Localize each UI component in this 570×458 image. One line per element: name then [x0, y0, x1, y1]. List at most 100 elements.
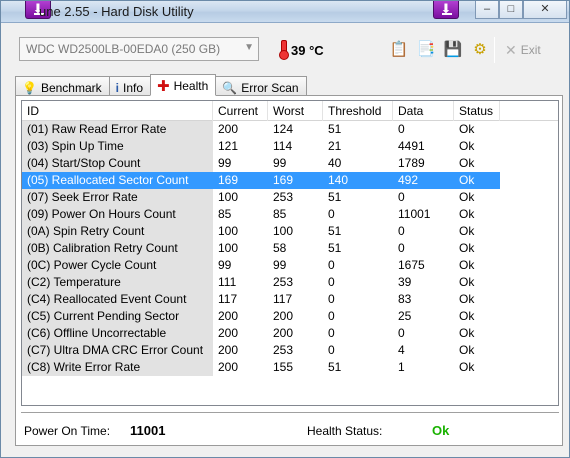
cell-attribute-id: (03) Spin Up Time: [22, 138, 213, 155]
cell-data: 0: [398, 190, 405, 204]
save-icon[interactable]: 💾: [442, 39, 464, 61]
tab-health[interactable]: ✚ Health: [150, 74, 217, 96]
cell-current: 200: [218, 360, 239, 374]
drive-select-value: WDC WD2500LB-00EDA0 (250 GB): [26, 42, 221, 56]
cell-data: 4: [398, 343, 405, 357]
column-header-worst[interactable]: Worst: [268, 101, 323, 121]
cell-status: Ok: [459, 343, 475, 357]
cell-threshold: 140: [323, 172, 393, 189]
copy-icon[interactable]: 📋: [388, 39, 410, 61]
cell-data: 0: [398, 241, 405, 255]
cell-attribute-id: (0C) Power Cycle Count: [22, 257, 213, 274]
cell-attribute-id: (C8) Write Error Rate: [22, 359, 213, 376]
options-icon[interactable]: ⚙: [469, 39, 491, 61]
bulb-icon: 💡: [22, 80, 37, 95]
cell-attribute-id: (C7) Ultra DMA CRC Error Count: [22, 342, 213, 359]
cell-threshold: 51: [328, 190, 342, 204]
cell-threshold: 0: [328, 258, 335, 272]
tab-info[interactable]: i Info: [108, 76, 152, 96]
cell-worst: 114: [273, 139, 293, 153]
cell-worst: 99: [273, 156, 287, 170]
temperature-display: 39 °C: [279, 39, 324, 61]
cell-worst: 200: [273, 326, 294, 340]
column-header-threshold[interactable]: Threshold: [323, 101, 393, 121]
cell-current: 117: [218, 292, 238, 306]
smart-attribute-list[interactable]: ID Current Worst Threshold Data Status (…: [21, 100, 559, 406]
cell-threshold: 21: [328, 139, 342, 153]
cell-data: 0: [398, 224, 405, 238]
close-button[interactable]: ✕: [523, 1, 567, 19]
cell-data: 1: [398, 360, 405, 374]
cell-current: 99: [218, 156, 232, 170]
cell-worst: 117: [273, 292, 293, 306]
temperature-value: 39 °C: [291, 42, 324, 58]
cell-threshold: 0: [328, 292, 335, 306]
cell-status: Ok: [459, 139, 475, 153]
cell-attribute-id: (07) Seek Error Rate: [22, 189, 213, 206]
copy-all-icon[interactable]: 📑: [415, 39, 437, 61]
table-row[interactable]: (C5) Current Pending Sector 200 200 0 25 Ok: [22, 308, 558, 325]
cell-status: Ok: [459, 258, 475, 272]
cell-attribute-id: (05) Reallocated Sector Count: [22, 172, 213, 189]
table-row-selected[interactable]: (05) Reallocated Sector Count 169 169 140 49…: [22, 172, 558, 189]
exit-button[interactable]: ✕ Exit: [505, 39, 541, 61]
thermometer-icon: [279, 40, 289, 60]
table-row[interactable]: (0C) Power Cycle Count 99 99 0 1675 Ok: [22, 257, 558, 274]
cell-worst: 85: [273, 207, 287, 221]
cell-worst: 100: [273, 224, 294, 238]
table-row[interactable]: (09) Power On Hours Count 85 85 0 11001 Ok: [22, 206, 558, 223]
cell-current: 200: [218, 122, 239, 136]
cell-attribute-id: (09) Power On Hours Count: [22, 206, 213, 223]
cell-current: 200: [218, 326, 239, 340]
table-row[interactable]: (03) Spin Up Time 121 114 21 4491 Ok: [22, 138, 558, 155]
column-header-id[interactable]: ID: [22, 101, 213, 121]
table-row[interactable]: (04) Start/Stop Count 99 99 40 1789 Ok: [22, 155, 558, 172]
cell-current: 169: [213, 172, 268, 189]
cell-current: 200: [218, 309, 239, 323]
cell-worst: 58: [273, 241, 287, 255]
toolbar-separator: [494, 37, 495, 63]
cell-status: Ok: [459, 207, 475, 221]
cell-attribute-id: (0B) Calibration Retry Count: [22, 240, 213, 257]
table-row[interactable]: (07) Seek Error Rate 100 253 51 0 Ok: [22, 189, 558, 206]
tray-icon[interactable]: ⬇: [433, 1, 459, 19]
cell-worst: 200: [273, 309, 294, 323]
chevron-down-icon: ▼: [244, 42, 254, 53]
cell-attribute-id: (C4) Reallocated Event Count: [22, 291, 213, 308]
cell-data: 492: [393, 172, 454, 189]
table-row[interactable]: (C2) Temperature 111 253 0 39 Ok: [22, 274, 558, 291]
table-row[interactable]: (C7) Ultra DMA CRC Error Count 200 253 0 4 Ok: [22, 342, 558, 359]
table-row[interactable]: (0B) Calibration Retry Count 100 58 51 0 Ok: [22, 240, 558, 257]
window-title: une 2.55 - Hard Disk Utility: [39, 4, 194, 19]
title-bar[interactable]: ⬇ une 2.55 - Hard Disk Utility ⬇ – □ ✕: [1, 1, 569, 23]
table-row[interactable]: (01) Raw Read Error Rate 200 124 51 0 Ok: [22, 121, 558, 138]
cell-status: Ok: [459, 190, 475, 204]
cell-data: 39: [398, 275, 412, 289]
cell-data: 83: [398, 292, 412, 306]
exit-label: Exit: [520, 43, 541, 57]
cell-status: Ok: [459, 292, 475, 306]
cell-status: Ok: [459, 241, 475, 255]
tab-benchmark[interactable]: 💡 Benchmark: [15, 76, 110, 96]
cell-current: 121: [218, 139, 239, 153]
magnifier-icon: 🔍: [222, 80, 238, 95]
cell-threshold: 0: [328, 326, 335, 340]
column-header-current[interactable]: Current: [213, 101, 268, 121]
tab-error-scan[interactable]: 🔍 Error Scan: [215, 76, 307, 96]
cell-status: Ok: [459, 122, 475, 136]
table-row[interactable]: (C8) Write Error Rate 200 155 51 1 Ok: [22, 359, 558, 376]
health-status-value: Ok: [432, 423, 450, 438]
minimize-button[interactable]: –: [475, 1, 499, 19]
tab-label: Error Scan: [241, 80, 299, 95]
cell-attribute-id: (04) Start/Stop Count: [22, 155, 213, 172]
cell-threshold: 0: [328, 309, 335, 323]
maximize-button[interactable]: □: [499, 1, 523, 19]
table-row[interactable]: (C4) Reallocated Event Count 117 117 0 83 Ok: [22, 291, 558, 308]
cell-worst: 253: [273, 190, 294, 204]
column-header-status[interactable]: Status: [454, 101, 500, 121]
column-header-data[interactable]: Data: [393, 101, 454, 121]
drive-select[interactable]: WDC WD2500LB-00EDA0 (250 GB) ▼: [19, 37, 259, 61]
health-status-label: Health Status:: [307, 424, 383, 438]
table-row[interactable]: (0A) Spin Retry Count 100 100 51 0 Ok: [22, 223, 558, 240]
table-row[interactable]: (C6) Offline Uncorrectable 200 200 0 0 Ok: [22, 325, 558, 342]
